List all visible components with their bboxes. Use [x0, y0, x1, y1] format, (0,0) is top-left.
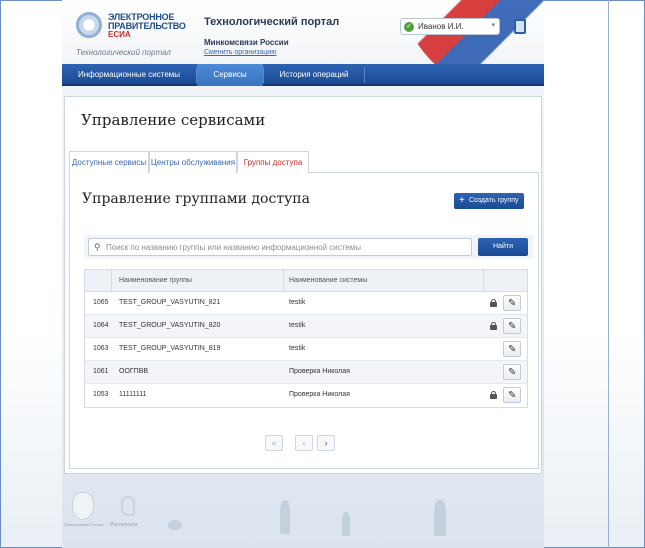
create-group-button[interactable]: + Создать группу	[454, 193, 524, 209]
row-id: 1053	[93, 391, 109, 398]
search-input[interactable]: ⚲ Поиск по названию группы или названию …	[88, 238, 472, 256]
tab-service-centers[interactable]: Центры обслуживания	[149, 151, 237, 173]
table-row[interactable]: 1065 TEST_GROUP_VASYUTIN_821 testik ✎	[85, 292, 527, 315]
prev-page-button[interactable]: ‹	[295, 435, 313, 451]
pencil-icon: ✎	[508, 298, 517, 309]
lock-icon	[490, 391, 497, 399]
row-group-name: TEST_GROUP_VASYUTIN_821	[119, 299, 221, 306]
page-title: Управление сервисами	[81, 111, 266, 129]
row-group-name: TEST_GROUP_VASYUTIN_820	[119, 322, 221, 329]
pencil-icon: ✎	[508, 344, 517, 355]
column-header-system-name[interactable]: Наименование системы	[289, 270, 367, 292]
search-icon: ⚲	[94, 242, 101, 252]
dog-silhouette-icon	[168, 520, 182, 530]
nav-item-services[interactable]: Сервисы	[197, 64, 263, 86]
pencil-icon: ✎	[508, 321, 517, 332]
main-nav: Информационные системы Сервисы История о…	[62, 64, 544, 86]
frame-divider	[608, 0, 609, 548]
row-group-name: ООГПВВ	[119, 368, 149, 375]
tab-access-groups[interactable]: Группы доступа	[237, 151, 309, 174]
user-name: Иванов И.И.	[418, 22, 464, 31]
content-card: Управление сервисами Доступные сервисы Ц…	[64, 96, 542, 474]
tab-bar: Доступные сервисы Центры обслуживания Гр…	[69, 151, 539, 174]
row-group-name: TEST_GROUP_VASYUTIN_819	[119, 345, 221, 352]
site-header: ЭЛЕКТРОННОЕ ПРАВИТЕЛЬСТВО ЕСИА Технологи…	[62, 0, 544, 64]
pencil-icon: ✎	[508, 390, 517, 401]
search-bar: ⚲ Поиск по названию группы или названию …	[84, 235, 534, 259]
table-row[interactable]: 1063 TEST_GROUP_VASYUTIN_819 testik ✎	[85, 338, 527, 361]
row-system-name: Проверка Николая	[289, 391, 350, 398]
plus-icon: +	[459, 195, 465, 206]
person-silhouette-icon	[434, 500, 446, 536]
search-button[interactable]: Найти	[478, 238, 528, 256]
footer-ear-caption: Ростелеком	[110, 522, 138, 528]
row-system-name: testik	[289, 299, 306, 306]
column-divider	[483, 270, 484, 292]
tab-panel: Управление группами доступа + Создать гр…	[69, 173, 539, 469]
gov-logo-icon[interactable]	[76, 12, 102, 38]
ministry-emblem-icon[interactable]	[72, 492, 94, 520]
organization-name: Минкомсвязи России	[204, 38, 289, 47]
chevron-down-icon: ▾	[491, 22, 495, 29]
next-page-button[interactable]: ›	[317, 435, 335, 451]
edit-button[interactable]: ✎	[503, 341, 521, 357]
row-system-name: testik	[289, 345, 306, 352]
person-silhouette-icon	[280, 500, 290, 534]
portal-title: Технологический портал	[204, 16, 340, 28]
logo-caption: Технологический портал	[76, 48, 171, 57]
column-divider	[111, 270, 112, 292]
row-group-name: 11111111	[119, 391, 147, 398]
table-row[interactable]: 1053 11111111 Проверка Николая ✎	[85, 384, 527, 407]
nav-item-operations-history[interactable]: История операций	[264, 64, 364, 86]
table-row[interactable]: 1064 TEST_GROUP_VASYUTIN_820 testik ✎	[85, 315, 527, 338]
row-id: 1063	[93, 345, 109, 352]
edit-button[interactable]: ✎	[503, 318, 521, 334]
lock-icon	[490, 322, 497, 330]
edit-button[interactable]: ✎	[503, 364, 521, 380]
row-id: 1065	[93, 299, 109, 306]
tab-available-services[interactable]: Доступные сервисы	[69, 151, 149, 173]
user-menu[interactable]: ✓ Иванов И.И. ▾	[400, 18, 500, 35]
check-icon: ✓	[404, 22, 414, 32]
section-title: Управление группами доступа	[82, 191, 310, 207]
footer-emblem-caption: Минкомсвязь России	[64, 522, 104, 527]
nav-separator	[364, 67, 365, 83]
row-system-name: Проверка Николая	[289, 368, 350, 375]
first-page-button[interactable]: «	[265, 435, 283, 451]
change-organization-link[interactable]: Сменить организацию	[204, 49, 276, 56]
row-id: 1061	[93, 368, 109, 375]
row-system-name: testik	[289, 322, 306, 329]
search-placeholder: Поиск по названию группы или названию ин…	[106, 243, 361, 252]
edit-button[interactable]: ✎	[503, 295, 521, 311]
column-divider	[283, 270, 284, 292]
nav-item-information-systems[interactable]: Информационные системы	[62, 64, 196, 86]
pencil-icon: ✎	[508, 367, 517, 378]
edit-button[interactable]: ✎	[503, 387, 521, 403]
person-silhouette-icon	[342, 512, 350, 536]
column-header-group-name[interactable]: Наименование группы	[119, 270, 192, 292]
access-groups-table: Наименование группы Наименование системы…	[84, 269, 528, 408]
row-id: 1064	[93, 322, 109, 329]
rostelecom-logo-icon[interactable]	[121, 496, 135, 516]
table-header: Наименование группы Наименование системы	[85, 270, 527, 292]
create-group-label: Создать группу	[469, 197, 519, 204]
logo-line-3: ЕСИА	[108, 30, 131, 39]
lock-icon	[490, 299, 497, 307]
logout-icon[interactable]	[514, 19, 526, 34]
table-row[interactable]: 1061 ООГПВВ Проверка Николая ✎	[85, 361, 527, 384]
